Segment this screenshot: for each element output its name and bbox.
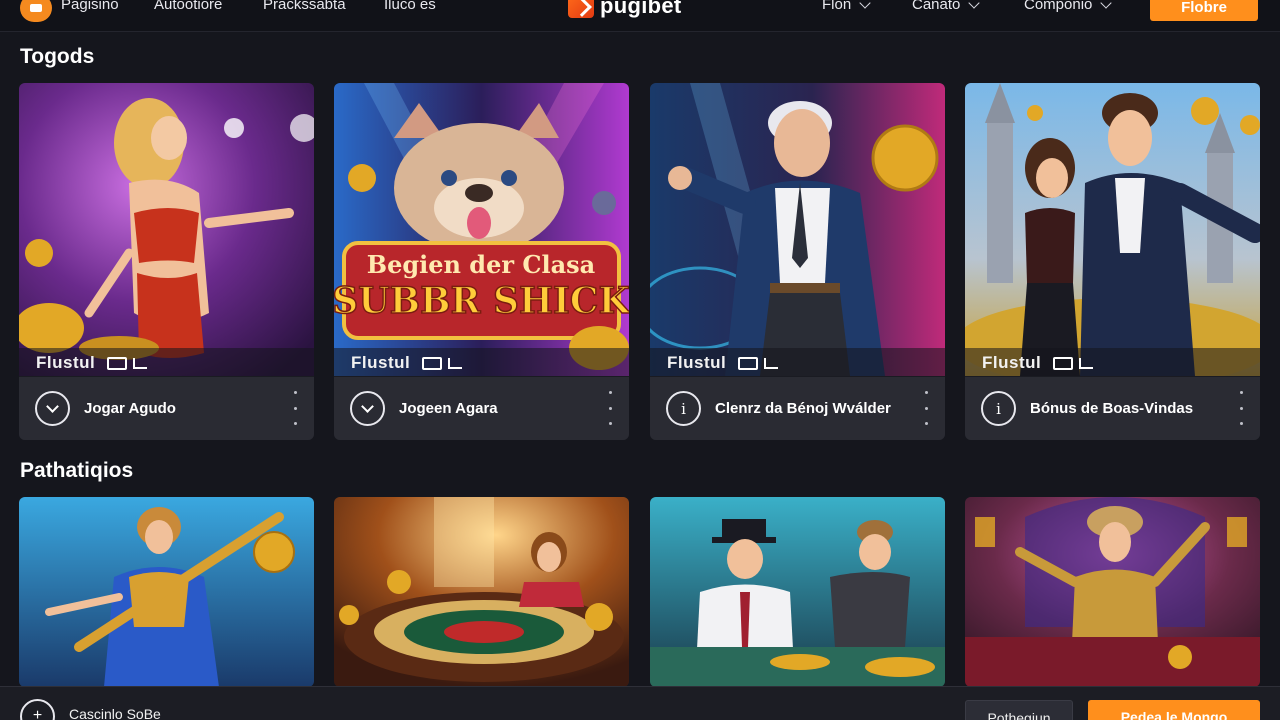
game-art-3 <box>650 83 945 376</box>
game-card-6[interactable] <box>334 497 629 687</box>
dropdown-3[interactable]: Componio <box>1024 0 1113 13</box>
game-art-4 <box>965 83 1260 376</box>
screen-icon <box>107 356 128 370</box>
game-card-8[interactable] <box>965 497 1260 687</box>
game-card-3[interactable]: Flustul i Clenrz da Bénoj Wválder <box>650 83 945 440</box>
card-footer: Jogar Agudo <box>19 377 314 440</box>
chevron-down-icon[interactable] <box>350 391 385 426</box>
card-label[interactable]: Bónus de Boas-Vindas <box>1030 400 1193 417</box>
game-art-7 <box>650 497 945 687</box>
primary-button[interactable]: Pedea le Mongo <box>1088 700 1260 720</box>
brand-logo[interactable]: pugibet <box>568 0 682 20</box>
chevron-down-icon[interactable] <box>35 391 70 426</box>
chevron-down-icon <box>859 0 871 9</box>
chart-icon <box>1079 357 1094 369</box>
plus-icon[interactable]: + <box>20 699 55 720</box>
card-footer: i Clenrz da Bénoj Wválder <box>650 377 945 440</box>
game-card-7[interactable] <box>650 497 945 687</box>
card-caption: Flustul <box>982 353 1042 372</box>
dropdown-1[interactable]: Flon <box>822 0 871 13</box>
card-caption: Flustul <box>36 353 96 372</box>
card-caption-bar: Flustul <box>650 348 945 378</box>
card-footer: i Bónus de Boas-Vindas <box>965 377 1260 440</box>
card-caption-bar: Flustul <box>19 348 314 378</box>
game-card-2[interactable]: Begien der Clasa SUBBR SHICK Flustul Jog… <box>334 83 629 440</box>
nav-link-1[interactable]: Pagisino <box>61 0 119 13</box>
card-caption: Flustul <box>667 353 727 372</box>
screen-icon <box>422 356 443 370</box>
dropdown-3-label: Componio <box>1024 0 1093 13</box>
info-icon[interactable]: i <box>666 391 701 426</box>
game-art-5 <box>19 497 314 687</box>
more-options-icon[interactable] <box>925 391 929 425</box>
game-card-5[interactable] <box>19 497 314 687</box>
chart-icon <box>133 357 148 369</box>
secondary-button[interactable]: Pothegiun <box>965 700 1073 720</box>
game-art-1 <box>19 83 314 376</box>
chart-icon <box>764 357 779 369</box>
art-title-line-2: SUBBR SHICK <box>334 280 629 322</box>
nav-link-2[interactable]: Autootiore <box>154 0 222 13</box>
screen-icon <box>738 356 759 370</box>
screen-icon <box>1053 356 1074 370</box>
game-art-8 <box>965 497 1260 687</box>
card-caption-bar: Flustul <box>334 348 629 378</box>
more-options-icon[interactable] <box>609 391 613 425</box>
brand-name: pugibet <box>600 0 682 18</box>
dropdown-2-label: Canato <box>912 0 961 13</box>
game-card-4[interactable]: Flustul i Bónus de Boas-Vindas <box>965 83 1260 440</box>
game-art-2: Begien der Clasa SUBBR SHICK <box>334 83 629 376</box>
section-title-1: Togods <box>20 45 95 68</box>
brand-mark-icon <box>568 0 594 18</box>
section-title-2: Pathatiqios <box>20 459 134 482</box>
dropdown-2[interactable]: Canato <box>912 0 981 13</box>
dropdown-1-label: Flon <box>822 0 852 13</box>
bottom-action-bar: + Cascinlo SoBe Pothegiun Pedea le Mongo <box>0 686 1280 720</box>
nav-link-4[interactable]: Iluco es <box>384 0 436 13</box>
more-options-icon[interactable] <box>1240 391 1244 425</box>
game-card-1[interactable]: Flustul Jogar Agudo <box>19 83 314 440</box>
card-label[interactable]: Jogeen Agara <box>399 400 498 417</box>
chevron-down-icon <box>1100 0 1113 9</box>
card-footer: Jogeen Agara <box>334 377 629 440</box>
card-label[interactable]: Jogar Agudo <box>84 400 176 417</box>
top-navigation-bar: Pagisino Autootiore Prackssabta Iluco es… <box>0 0 1280 32</box>
chevron-down-icon <box>968 0 981 9</box>
card-label[interactable]: Clenrz da Bénoj Wválder <box>715 400 891 417</box>
header-cta-button[interactable]: Flobre <box>1150 0 1258 21</box>
nav-link-3[interactable]: Prackssabta <box>263 0 346 13</box>
chart-icon <box>448 357 463 369</box>
more-options-icon[interactable] <box>294 391 298 425</box>
game-art-6 <box>334 497 629 687</box>
card-caption-bar: Flustul <box>965 348 1260 378</box>
casino-logo-icon[interactable] <box>20 0 52 22</box>
info-icon[interactable]: i <box>981 391 1016 426</box>
art-title-line-1: Begien der Clasa <box>367 250 595 279</box>
bottom-label[interactable]: Cascinlo SoBe <box>69 706 161 720</box>
card-caption: Flustul <box>351 353 411 372</box>
